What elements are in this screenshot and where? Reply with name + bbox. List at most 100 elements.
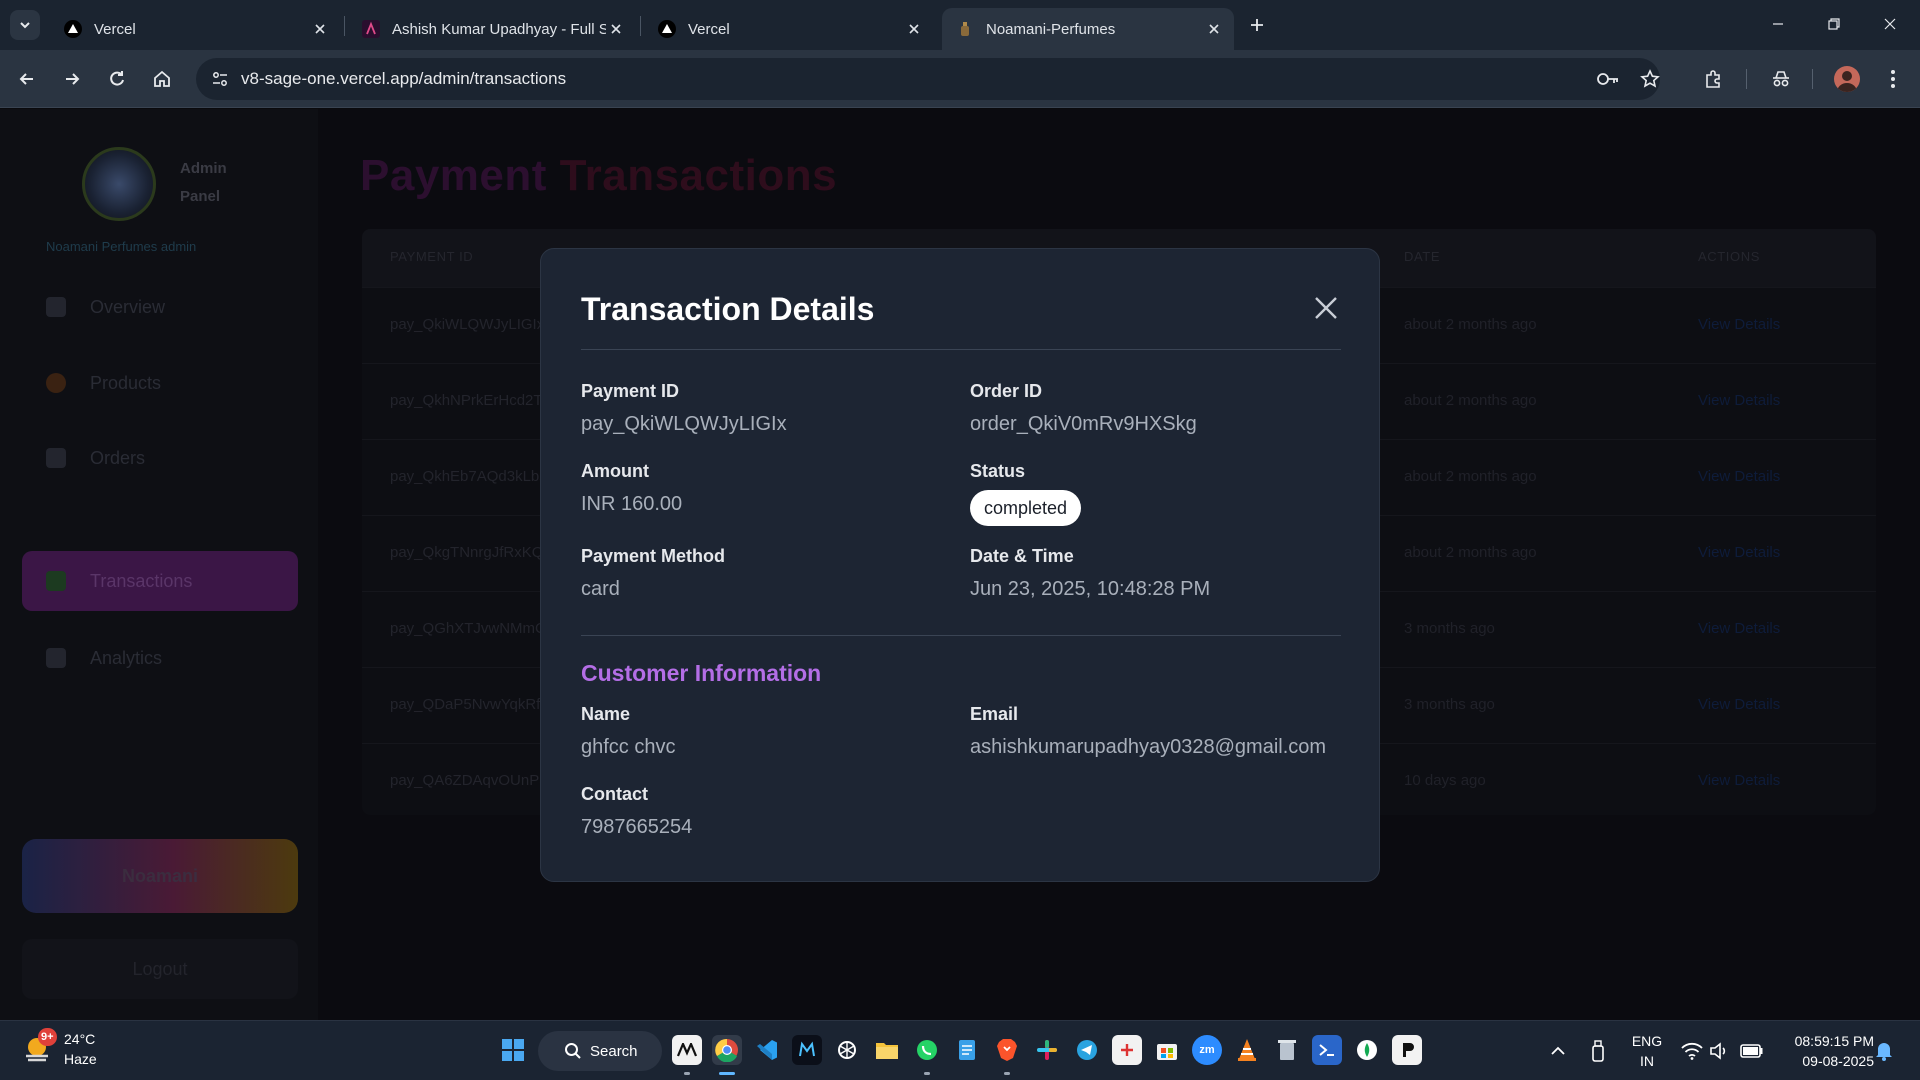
incognito-icon[interactable]: [1766, 64, 1796, 94]
close-icon[interactable]: [1204, 19, 1224, 39]
promo-card[interactable]: Noamani: [22, 839, 298, 913]
window-close-button[interactable]: [1872, 10, 1908, 38]
tune-icon: [213, 72, 227, 86]
vscode-icon[interactable]: [752, 1035, 782, 1065]
sidebar-item-orders[interactable]: Orders: [22, 428, 298, 488]
datetime-value: Jun 23, 2025, 10:48:28 PM: [970, 578, 1211, 600]
customer-contact-label: Contact: [581, 784, 648, 804]
password-key-icon[interactable]: [1596, 68, 1620, 90]
notepad-icon[interactable]: [952, 1035, 982, 1065]
profile-avatar[interactable]: [1834, 66, 1860, 92]
sidebar-item-label: Analytics: [90, 647, 163, 668]
close-icon[interactable]: [310, 19, 330, 39]
minimize-button[interactable]: [1760, 10, 1796, 38]
vlc-icon[interactable]: [1232, 1035, 1262, 1065]
extensions-puzzle-icon[interactable]: [1698, 64, 1728, 94]
add-app-icon[interactable]: [1112, 1035, 1142, 1065]
usb-drive-icon[interactable]: [1586, 1039, 1610, 1063]
view-details-link[interactable]: View Details: [1698, 544, 1780, 561]
view-details-link[interactable]: View Details: [1698, 316, 1780, 333]
view-details-link[interactable]: View Details: [1698, 468, 1780, 485]
arrow-right-icon: [66, 73, 80, 85]
new-tab-button[interactable]: [1244, 12, 1270, 38]
close-icon[interactable]: [606, 19, 626, 39]
chatgpt-icon[interactable]: [832, 1035, 862, 1065]
view-details-link[interactable]: View Details: [1698, 772, 1780, 789]
back-button[interactable]: [12, 64, 42, 94]
speaker-icon[interactable]: [1708, 1039, 1732, 1063]
restore-button[interactable]: [1816, 10, 1852, 38]
restore-icon: [1828, 18, 1840, 30]
sidebar-item-analytics[interactable]: Analytics: [22, 628, 298, 688]
sidebar-item-overview[interactable]: Overview: [22, 277, 298, 337]
chrome-icon[interactable]: [712, 1035, 742, 1065]
home-button[interactable]: [147, 64, 177, 94]
close-icon: [1315, 297, 1337, 319]
view-details-link[interactable]: View Details: [1698, 392, 1780, 409]
url-text[interactable]: v8-sage-one.vercel.app/admin/transaction…: [241, 69, 566, 89]
modal-close-button[interactable]: [1311, 293, 1341, 323]
mongodb-compass-icon[interactable]: [1352, 1035, 1382, 1065]
forward-button[interactable]: [57, 64, 87, 94]
view-details-link[interactable]: View Details: [1698, 620, 1780, 637]
weather-widget[interactable]: 9+ 24°C Haze: [20, 1028, 97, 1069]
whatsapp-icon[interactable]: [912, 1035, 942, 1065]
transactions-icon: [46, 571, 66, 591]
close-icon[interactable]: [904, 19, 924, 39]
payment-id-label: Payment ID: [581, 381, 680, 401]
browser-tab[interactable]: Ashish Kumar Upadhyay - Full S: [348, 8, 636, 50]
sidebar-item-transactions[interactable]: Transactions: [22, 551, 298, 611]
notification-bell-icon[interactable]: [1872, 1039, 1896, 1063]
taskbar-search[interactable]: Search: [538, 1031, 662, 1071]
wifi-icon[interactable]: [1680, 1039, 1704, 1063]
file-explorer-icon[interactable]: [872, 1035, 902, 1065]
vercel-triangle-icon: [64, 20, 82, 38]
more-menu-icon[interactable]: [1878, 64, 1908, 94]
windows-start-icon[interactable]: [498, 1035, 528, 1065]
brave-icon[interactable]: [992, 1035, 1022, 1065]
microsoft-store-icon[interactable]: [1152, 1035, 1182, 1065]
weather-desc: Haze: [64, 1051, 97, 1067]
battery-icon[interactable]: [1740, 1039, 1764, 1063]
page-title-part1: Payment: [360, 151, 547, 200]
brand-tagline: Noamani Perfumes admin: [46, 239, 197, 254]
payment-id-cell: pay_QDaP5NvwYqkRfp: [390, 696, 549, 713]
news-app-icon[interactable]: [672, 1035, 702, 1065]
chevron-up-icon[interactable]: [1546, 1039, 1570, 1063]
perfume-favicon-icon: [956, 20, 974, 38]
jetbrains-icon[interactable]: [792, 1035, 822, 1065]
brand-logo: [82, 147, 156, 221]
slack-icon[interactable]: [1032, 1035, 1062, 1065]
reload-button[interactable]: [102, 64, 132, 94]
running-indicator: [924, 1072, 930, 1075]
recycle-bin-icon[interactable]: [1272, 1035, 1302, 1065]
payment-id-cell: pay_QkiWLQWJyLIGIx: [390, 316, 545, 333]
page-title: Payment Transactions: [360, 151, 837, 201]
windows-taskbar: 9+ 24°C Haze Search zm ENG IN 08:59:15 P…: [0, 1020, 1920, 1080]
browser-tab[interactable]: Vercel: [644, 8, 934, 50]
transaction-details-modal: Transaction Details Payment ID pay_QkiWL…: [540, 248, 1380, 882]
browser-tab[interactable]: Vercel: [50, 8, 340, 50]
zoom-icon[interactable]: zm: [1192, 1035, 1222, 1065]
view-details-link[interactable]: View Details: [1698, 696, 1780, 713]
sidebar-item-label: Orders: [90, 447, 146, 468]
sidebar-item-products[interactable]: Products: [22, 353, 298, 413]
browser-tab-active[interactable]: Noamani-Perfumes: [942, 8, 1234, 50]
logout-button[interactable]: Logout: [22, 939, 298, 999]
powershell-icon[interactable]: [1312, 1035, 1342, 1065]
tab-search-button[interactable]: [10, 10, 40, 40]
orders-icon: [46, 448, 66, 468]
date-cell: about 2 months ago: [1404, 316, 1537, 333]
date-cell: 10 days ago: [1404, 772, 1486, 789]
logout-label: Logout: [132, 958, 188, 979]
bookmark-star-icon[interactable]: [1638, 68, 1662, 90]
telegram-icon[interactable]: [1072, 1035, 1102, 1065]
site-info-button[interactable]: [204, 63, 236, 95]
clock[interactable]: 08:59:15 PM 09-08-2025: [1780, 1031, 1874, 1071]
toolbar-divider: [1746, 69, 1747, 89]
language-indicator[interactable]: ENG IN: [1622, 1031, 1672, 1071]
address-bar[interactable]: v8-sage-one.vercel.app/admin/transaction…: [196, 58, 1660, 100]
payment-id-cell: pay_QkhEb7AQd3kLbs: [390, 468, 547, 485]
pdf-app-icon[interactable]: [1392, 1035, 1422, 1065]
date-cell: 3 months ago: [1404, 620, 1495, 637]
